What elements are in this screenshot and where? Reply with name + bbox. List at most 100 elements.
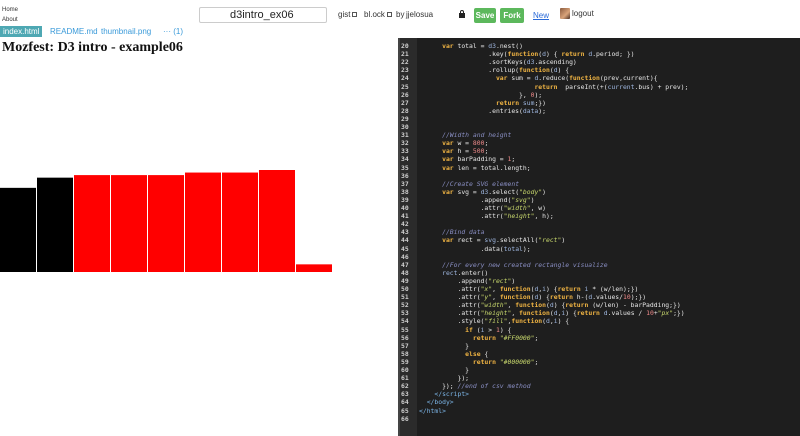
line-number: 54 xyxy=(401,317,409,326)
line-number: 46 xyxy=(401,252,409,261)
code-text: .attr("width", function(d) {return (w/le… xyxy=(419,301,681,310)
line-number: 22 xyxy=(401,58,409,67)
save-button[interactable]: Save xyxy=(474,8,496,23)
bar-7 xyxy=(259,170,295,272)
bar-4 xyxy=(148,175,184,272)
tab-thumbnail-png[interactable]: thumbnail.png xyxy=(98,26,154,37)
new-link[interactable]: New xyxy=(533,11,549,20)
line-number: 50 xyxy=(401,285,409,293)
code-text: .attr("x", function(d,i) {return i * (w/… xyxy=(419,285,639,293)
tab-index-html[interactable]: index.html xyxy=(0,26,43,37)
line-number: 23 xyxy=(401,66,409,75)
code-text: if (i > 1) { xyxy=(465,325,512,334)
gist-link[interactable]: gist xyxy=(338,10,358,19)
code-text: return sum;}) xyxy=(495,98,546,107)
code-text: var barPadding = 1; xyxy=(442,155,516,164)
line-number: 32 xyxy=(401,139,409,148)
code-text: .key(function(d) { return d.period; }) xyxy=(419,50,635,59)
line-number: 59 xyxy=(401,357,409,366)
code-text: </script> xyxy=(434,390,470,399)
code-text: //Width and height xyxy=(442,131,512,140)
line-number: 40 xyxy=(401,204,409,212)
line-number: 45 xyxy=(401,244,409,253)
code-text: .style("fill",function(d,i) { xyxy=(419,317,570,326)
code-text: .sortKeys(d3.ascending) xyxy=(419,58,577,67)
line-number: 27 xyxy=(401,98,409,107)
gist-link-label: gist xyxy=(338,10,351,19)
code-text: return "#FF0000"; xyxy=(472,333,539,342)
line-number: 26 xyxy=(401,90,409,99)
line-number: 56 xyxy=(401,333,409,342)
line-number: 21 xyxy=(401,50,409,59)
line-number: 38 xyxy=(401,187,409,196)
line-number: 62 xyxy=(401,382,409,391)
external-link-icon xyxy=(386,12,392,17)
code-text: </html> xyxy=(419,406,446,415)
line-number: 61 xyxy=(401,374,409,383)
code-text: .attr("width", w) xyxy=(419,204,546,212)
blocks-link[interactable]: bl.ock xyxy=(364,10,392,19)
top-bar: Home About d3intro_ex06 gist bl.ock by j… xyxy=(0,0,800,26)
line-number: 31 xyxy=(401,131,409,140)
tab-readme-md[interactable]: README.md xyxy=(47,26,101,37)
line-number: 37 xyxy=(401,179,409,188)
line-number: 63 xyxy=(401,390,409,399)
code-text: var len = total.length; xyxy=(442,163,531,172)
code-text: .append("svg") xyxy=(419,195,535,204)
bar-2 xyxy=(74,175,110,272)
line-number: 35 xyxy=(401,163,409,172)
line-number: 42 xyxy=(401,220,409,229)
code-text: }); xyxy=(419,374,470,383)
line-number: 34 xyxy=(401,155,409,164)
line-number: 51 xyxy=(401,293,409,302)
nav-about-link[interactable]: About xyxy=(2,17,18,23)
user-link[interactable]: jjelosua xyxy=(406,10,433,19)
bar-5 xyxy=(185,172,221,272)
code-text: .attr("height", function(d,i) {return d.… xyxy=(419,309,685,318)
logout-link[interactable]: logout xyxy=(572,9,594,18)
gist-title-input[interactable]: d3intro_ex06 xyxy=(199,7,327,23)
line-number: 64 xyxy=(401,398,409,407)
bar-3 xyxy=(111,175,147,272)
code-text: return parseInt(+(current.bus) + prev); xyxy=(534,82,689,91)
code-text: var svg = d3.select("body") xyxy=(442,187,547,196)
code-text: .append("rect") xyxy=(419,276,516,285)
line-number: 28 xyxy=(401,106,409,115)
line-number: 66 xyxy=(401,414,409,423)
fork-button[interactable]: Fork xyxy=(500,8,524,23)
code-text: return "#000000"; xyxy=(472,357,539,366)
line-number: 25 xyxy=(401,82,409,91)
preview-title: Mozfest: D3 intro - example06 xyxy=(2,40,183,55)
code-text: </body> xyxy=(426,398,454,407)
line-number: 48 xyxy=(401,268,409,277)
bar-chart xyxy=(0,168,340,274)
line-number: 57 xyxy=(401,341,409,350)
line-number: 52 xyxy=(401,301,409,310)
code-editor[interactable]: 20 var total = d3.nest() 21 .key(function… xyxy=(398,38,800,436)
line-number: 55 xyxy=(401,325,409,334)
tab-more-files[interactable]: ··· (1) xyxy=(160,26,186,37)
line-number: 41 xyxy=(401,212,409,221)
bar-0 xyxy=(0,187,36,272)
blocks-link-label: bl.ock xyxy=(364,10,385,19)
bar-6 xyxy=(222,172,258,272)
code-text: .data(total); xyxy=(419,244,531,253)
code-text: //For every new created rectangle visual… xyxy=(442,260,608,269)
lock-icon xyxy=(459,10,465,18)
line-number: 53 xyxy=(401,309,409,318)
line-number: 33 xyxy=(401,147,409,156)
line-number: 39 xyxy=(401,195,409,204)
line-number: 20 xyxy=(401,42,409,50)
bar-chart-svg xyxy=(0,170,332,272)
code-text: rect.enter() xyxy=(442,268,489,277)
nav-home-link[interactable]: Home xyxy=(2,7,18,13)
code-text: } xyxy=(419,366,470,374)
code-text: .attr("y", function(d) {return h-(d.valu… xyxy=(419,293,647,302)
code-text: }, 0); xyxy=(419,90,543,99)
line-number: 60 xyxy=(401,366,409,374)
code-text: var rect = svg.selectAll("rect") xyxy=(442,236,566,245)
code-text: //Bind data xyxy=(442,228,485,237)
line-number: 43 xyxy=(401,228,409,237)
code-text: .attr("height", h); xyxy=(419,212,554,221)
avatar[interactable] xyxy=(560,8,570,19)
